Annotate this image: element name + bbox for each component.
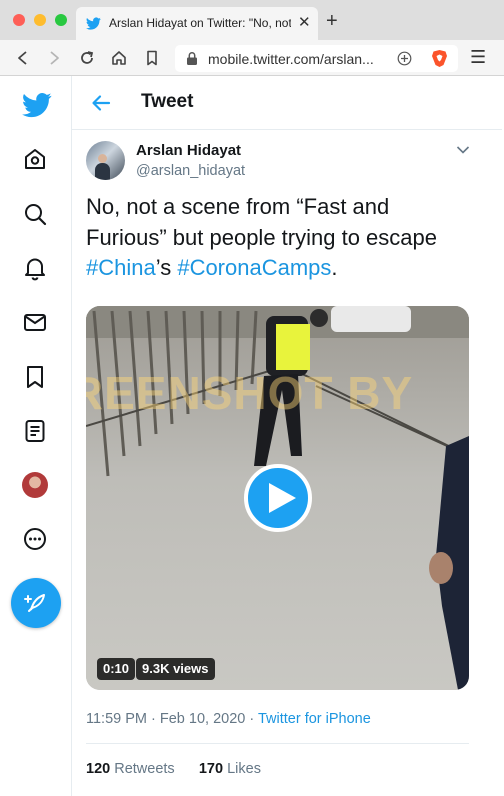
left-navigation bbox=[0, 76, 72, 796]
author-name[interactable]: Arslan Hidayat bbox=[136, 142, 241, 159]
tweet-text-fragment: ’s bbox=[155, 255, 178, 280]
bookmark-page-icon[interactable] bbox=[143, 49, 161, 67]
tweet-timestamp: 11:59 PM · Feb 10, 2020 · Twitter for iP… bbox=[86, 711, 371, 727]
add-to-page-icon[interactable] bbox=[397, 51, 412, 66]
forward-arrow-icon[interactable] bbox=[45, 49, 63, 67]
zoom-window-button[interactable] bbox=[55, 14, 67, 26]
like-count: 170 bbox=[198, 761, 224, 777]
close-tab-icon[interactable]: ✕ bbox=[298, 14, 311, 32]
tweet-video[interactable]: SCREENSHOT BY 0:10 9.3K views bbox=[86, 306, 469, 690]
minimize-window-button[interactable] bbox=[34, 14, 46, 26]
notifications-bell-icon[interactable] bbox=[22, 255, 48, 281]
url-text[interactable]: mobile.twitter.com/arslan... bbox=[208, 51, 374, 67]
new-tab-button[interactable]: + bbox=[326, 11, 338, 31]
compose-tweet-button[interactable] bbox=[11, 578, 61, 628]
retweet-label: Retweets bbox=[114, 761, 175, 777]
chevron-down-icon[interactable] bbox=[455, 142, 471, 158]
profile-avatar[interactable] bbox=[22, 472, 48, 498]
tweet-stats: 120 Retweets 170 Likes bbox=[86, 761, 261, 777]
back-arrow-icon[interactable] bbox=[90, 92, 112, 114]
twitter-logo-icon[interactable] bbox=[22, 90, 52, 120]
video-duration-badge: 0:10 bbox=[97, 658, 136, 680]
lock-icon bbox=[187, 52, 197, 65]
close-window-button[interactable] bbox=[13, 14, 25, 26]
home-icon[interactable] bbox=[22, 146, 48, 172]
compose-feather-icon bbox=[24, 594, 45, 612]
menu-icon[interactable]: ☰ bbox=[470, 48, 486, 66]
bookmarks-icon[interactable] bbox=[22, 364, 48, 390]
divider bbox=[86, 743, 469, 744]
tweet-text-line: Furious” but people trying to escape bbox=[86, 224, 437, 250]
twitter-bird-icon bbox=[86, 17, 101, 30]
tweet-text-fragment: . bbox=[331, 255, 338, 280]
browser-tab[interactable]: Arslan Hidayat on Twitter: "No, not ✕ bbox=[76, 7, 318, 40]
hashtag-link[interactable]: #China bbox=[86, 255, 156, 280]
author-avatar[interactable] bbox=[86, 141, 125, 180]
tweet-text-line: No, not a scene from “Fast and bbox=[86, 194, 390, 219]
back-arrow-icon[interactable] bbox=[14, 49, 32, 67]
address-bar[interactable]: mobile.twitter.com/arslan... bbox=[175, 45, 458, 72]
like-label: Likes bbox=[227, 761, 261, 777]
brave-shield-icon[interactable] bbox=[431, 49, 448, 68]
home-page-icon[interactable] bbox=[110, 49, 128, 67]
page-header: Tweet bbox=[72, 76, 502, 130]
retweets-stat[interactable]: 120 Retweets bbox=[86, 761, 175, 777]
page-title: Tweet bbox=[141, 91, 194, 112]
play-icon bbox=[269, 483, 296, 513]
tweet-text: No, not a scene from “Fast and Furious” … bbox=[86, 192, 486, 284]
tweet-date[interactable]: Feb 10, 2020 bbox=[160, 711, 245, 727]
watermark-text: SCREENSHOT BY bbox=[86, 367, 414, 419]
separator: · bbox=[147, 711, 160, 727]
reload-icon[interactable] bbox=[78, 49, 96, 67]
author-handle[interactable]: @arslan_hidayat bbox=[136, 163, 245, 179]
hashtag-link[interactable]: #CoronaCamps bbox=[177, 255, 331, 280]
browser-toolbar: mobile.twitter.com/arslan... ☰ bbox=[0, 40, 504, 76]
retweet-count: 120 bbox=[86, 761, 111, 777]
explore-search-icon[interactable] bbox=[22, 201, 48, 227]
tweet-time[interactable]: 11:59 PM bbox=[86, 711, 147, 727]
messages-mail-icon[interactable] bbox=[22, 309, 48, 335]
more-options-icon[interactable] bbox=[22, 526, 48, 552]
browser-titlebar: Arslan Hidayat on Twitter: "No, not ✕ + bbox=[0, 0, 504, 40]
tab-title: Arslan Hidayat on Twitter: "No, not bbox=[109, 16, 291, 30]
lists-icon[interactable] bbox=[22, 418, 48, 444]
tweet-source-link[interactable]: Twitter for iPhone bbox=[258, 711, 371, 727]
play-button[interactable] bbox=[244, 464, 312, 532]
likes-stat[interactable]: 170 Likes bbox=[199, 761, 261, 777]
video-views-badge: 9.3K views bbox=[136, 658, 215, 680]
separator: · bbox=[245, 711, 258, 727]
